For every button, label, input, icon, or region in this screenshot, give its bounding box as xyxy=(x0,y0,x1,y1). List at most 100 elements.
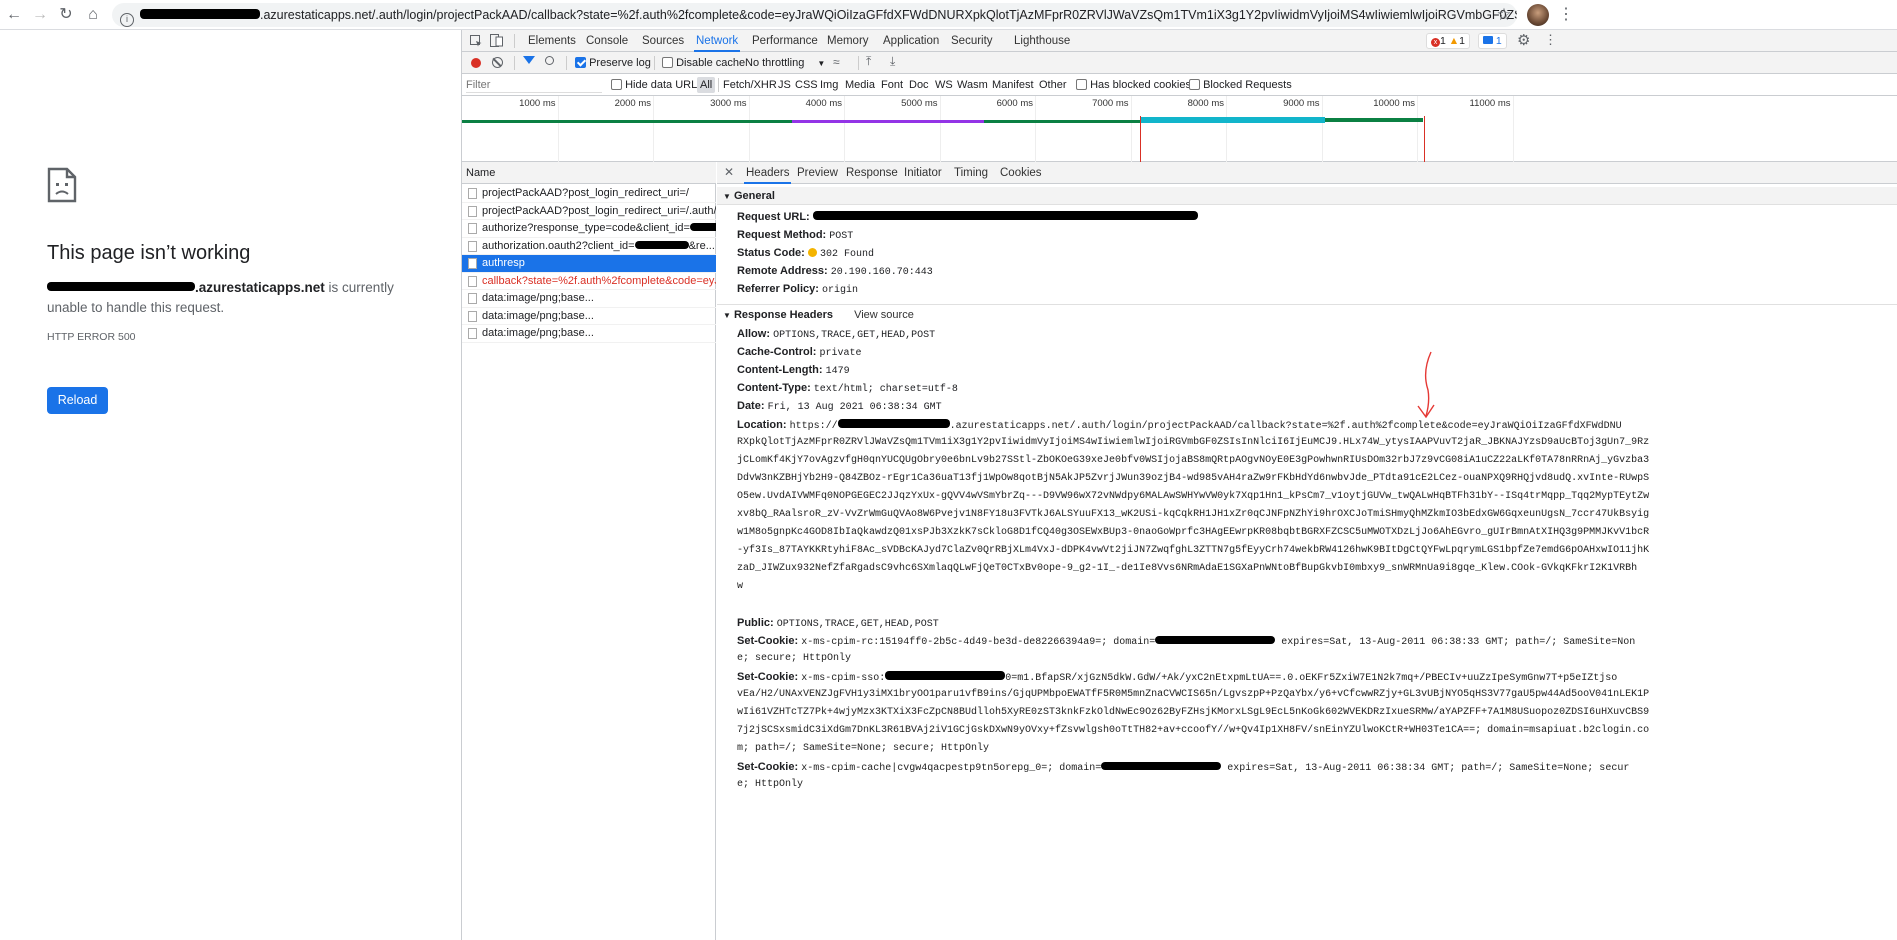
tab-lighthouse[interactable]: Lighthouse xyxy=(1014,30,1070,52)
filter-type-doc[interactable]: Doc xyxy=(909,79,929,91)
request-url-label: Request URL: xyxy=(737,211,810,223)
tab-memory[interactable]: Memory xyxy=(827,30,869,52)
tab-elements[interactable]: Elements xyxy=(528,30,576,52)
import-har-icon[interactable]: ⤒ xyxy=(866,54,871,69)
file-icon xyxy=(468,293,477,304)
filter-type-media[interactable]: Media xyxy=(845,79,875,91)
network-toolbar: Preserve log Disable cache No throttling… xyxy=(462,52,1897,74)
filter-type-other[interactable]: Other xyxy=(1039,79,1067,91)
error-icon: x xyxy=(1431,38,1440,47)
profile-avatar[interactable] xyxy=(1527,4,1549,26)
address-bar[interactable]: i .azurestaticapps.net/.auth/login/projec… xyxy=(112,3,1517,27)
filter-funnel-icon[interactable] xyxy=(523,56,535,64)
filter-type-fetch-xhr[interactable]: Fetch/XHR xyxy=(723,79,777,91)
messages-counter[interactable]: 1 xyxy=(1478,33,1507,49)
request-name: projectPackAAD?post_login_redirect_uri=/… xyxy=(482,204,716,217)
has-blocked-cookies-checkbox[interactable]: Has blocked cookies xyxy=(1076,79,1191,91)
filter-input[interactable] xyxy=(466,77,602,93)
request-url-row: Request URL: xyxy=(737,208,1198,226)
tab-network[interactable]: Network xyxy=(694,30,741,52)
filter-type-wasm[interactable]: Wasm xyxy=(957,79,988,91)
checkbox-unchecked[interactable] xyxy=(1189,79,1200,90)
site-info-icon[interactable]: i xyxy=(120,13,134,27)
request-row[interactable]: authorize?response_type=code&client_id= xyxy=(462,220,716,238)
gear-icon[interactable]: ⚙ xyxy=(1517,31,1530,49)
tab-performance[interactable]: Performance xyxy=(752,30,818,52)
response-headers-section-header[interactable]: ▼ Response Headers View source xyxy=(717,304,1897,324)
disable-cache-checkbox[interactable]: Disable cache xyxy=(662,57,745,69)
request-row[interactable]: projectPackAAD?post_login_redirect_uri=/ xyxy=(462,185,716,203)
record-icon[interactable] xyxy=(471,58,481,68)
tab-security[interactable]: Security xyxy=(951,30,993,52)
forward-arrow-icon[interactable]: → xyxy=(30,5,50,25)
filter-type-ws[interactable]: WS xyxy=(935,79,953,91)
detail-tab-timing[interactable]: Timing xyxy=(954,162,988,184)
tab-application[interactable]: Application xyxy=(883,30,939,52)
request-row[interactable]: authorization.oauth2?client_id= &re... xyxy=(462,238,716,255)
filter-type-manifest[interactable]: Manifest xyxy=(992,79,1034,91)
devtools-menu-icon[interactable]: ⋮ xyxy=(1544,32,1557,48)
request-row[interactable]: authresp xyxy=(462,255,716,273)
view-source-link[interactable]: View source xyxy=(854,309,914,321)
filter-type-css[interactable]: CSS xyxy=(795,79,818,91)
detail-tab-initiator[interactable]: Initiator xyxy=(904,162,942,184)
hide-data-urls-checkbox[interactable]: Hide data URLs xyxy=(611,79,703,91)
name-column-header[interactable]: Name xyxy=(462,162,716,184)
bookmark-star-icon[interactable]: ☆ xyxy=(1494,5,1514,25)
toolbar-separator xyxy=(514,56,515,70)
detail-tabbar: ✕ Headers Preview Response Initiator Tim… xyxy=(717,162,1897,184)
toolbar-separator xyxy=(654,56,655,70)
checkbox-unchecked[interactable] xyxy=(662,57,673,68)
preserve-log-checkbox[interactable]: Preserve log xyxy=(575,57,651,69)
request-row[interactable]: data:image/png;base... xyxy=(462,308,716,325)
request-row[interactable]: data:image/png;base... xyxy=(462,290,716,308)
checkbox-unchecked[interactable] xyxy=(1076,79,1087,90)
home-icon[interactable]: ⌂ xyxy=(83,5,103,25)
reload-icon[interactable]: ↻ xyxy=(56,5,76,25)
back-arrow-icon[interactable]: ← xyxy=(4,5,24,25)
filter-type-js[interactable]: JS xyxy=(778,79,791,91)
status-dot-icon xyxy=(807,248,817,257)
detail-tab-preview[interactable]: Preview xyxy=(797,162,838,184)
blocked-requests-checkbox[interactable]: Blocked Requests xyxy=(1189,79,1292,91)
network-conditions-icon[interactable]: ≈ xyxy=(833,55,840,69)
load-marker xyxy=(1140,116,1141,162)
device-toolbar-icon[interactable] xyxy=(490,34,503,47)
issues-counter[interactable]: x1 ▲1 xyxy=(1426,33,1471,49)
tab-sources[interactable]: Sources xyxy=(642,30,684,52)
redacted-cookie-name xyxy=(885,671,1006,680)
search-icon[interactable] xyxy=(545,56,554,65)
cookie1-line-0: x-ms-cpim-rc:15194ff0-2b5c-4d49-be3d-de8… xyxy=(801,637,1156,648)
request-row[interactable]: data:image/png;base... xyxy=(462,325,716,343)
filter-type-all[interactable]: All xyxy=(697,77,716,93)
cookie2-line: m; path=/; SameSite=None; secure; HttpOn… xyxy=(737,743,990,754)
detail-tab-headers[interactable]: Headers xyxy=(744,162,792,184)
request-name: projectPackAAD?post_login_redirect_uri=/ xyxy=(482,187,689,199)
close-icon[interactable]: ✕ xyxy=(724,165,734,179)
checkbox-checked[interactable] xyxy=(575,57,586,68)
content-length-row: Content-Length: 1479 xyxy=(737,361,850,381)
reload-button[interactable]: Reload xyxy=(47,387,108,414)
public-label: Public: xyxy=(737,617,774,629)
devtools-tabbar: Elements Console Sources Network Perform… xyxy=(462,30,1897,52)
menu-kebab-icon[interactable]: ⋮ xyxy=(1556,5,1576,25)
export-har-icon[interactable]: ⤓ xyxy=(890,54,895,69)
throttling-select[interactable]: No throttling ▼ xyxy=(745,57,825,70)
date-value: Fri, 13 Aug 2021 06:38:34 GMT xyxy=(767,402,942,413)
checkbox-unchecked[interactable] xyxy=(611,79,622,90)
request-row[interactable]: projectPackAAD?post_login_redirect_uri=/… xyxy=(462,203,716,220)
general-section-header[interactable]: ▼ General xyxy=(717,187,1897,205)
detail-tab-cookies[interactable]: Cookies xyxy=(1000,162,1042,184)
request-name: authorization.oauth2?client_id= xyxy=(482,239,635,252)
error-message-part1: is currently xyxy=(324,280,394,295)
clear-icon[interactable] xyxy=(492,57,503,68)
set-cookie-label: Set-Cookie: xyxy=(737,635,799,647)
detail-tab-response[interactable]: Response xyxy=(846,162,898,184)
general-section-label: General xyxy=(733,190,775,202)
request-row[interactable]: callback?state=%2f.auth%2fcomplete&code=… xyxy=(462,273,716,290)
filter-type-font[interactable]: Font xyxy=(881,79,903,91)
filter-type-img[interactable]: Img xyxy=(820,79,838,91)
timeline-overview[interactable]: 1000 ms 2000 ms 3000 ms 4000 ms 5000 ms 6000 … xyxy=(462,96,1897,162)
tab-console[interactable]: Console xyxy=(586,30,628,52)
inspect-element-icon[interactable] xyxy=(470,35,482,47)
